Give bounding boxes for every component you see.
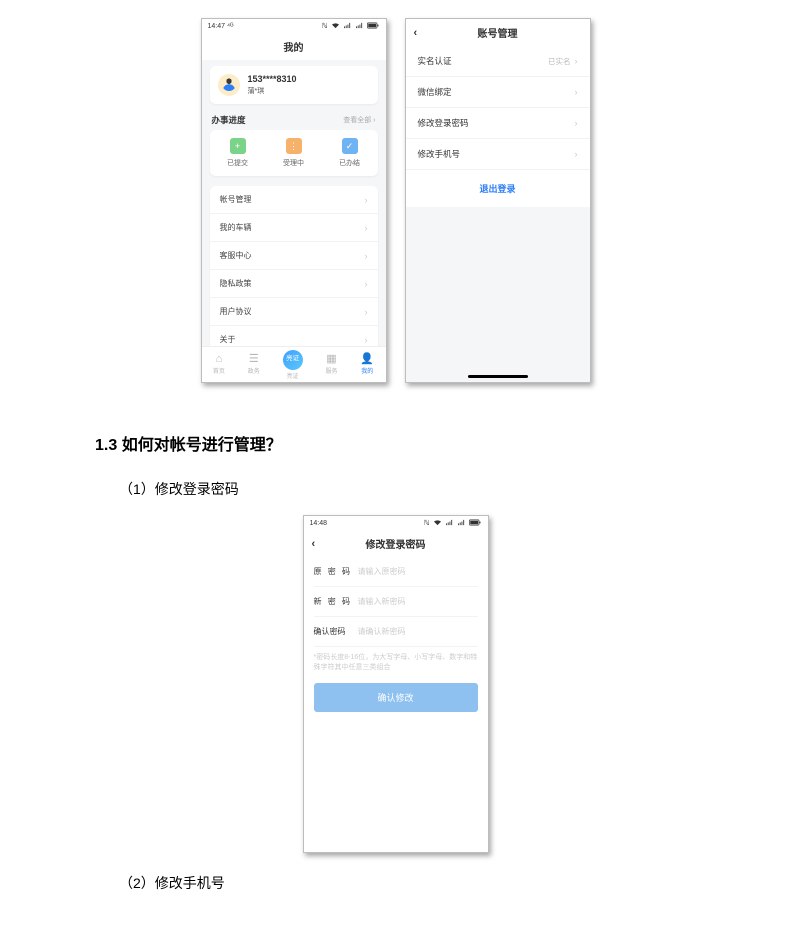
step-2: （2）修改手机号 — [119, 873, 696, 893]
grid-icon: ▦ — [326, 354, 336, 365]
field-confirm-password[interactable]: 确认密码 请确认新密码 — [314, 617, 478, 647]
gov-icon: ☰ — [249, 354, 259, 365]
list-icon: ⋮ — [286, 138, 302, 154]
status-bar: 14:47 ⁴ᴳ ℕ — [202, 19, 386, 33]
user-phone: 153****8310 — [248, 74, 297, 84]
phone-change-password: 14:48 ℕ ‹ 修改登录密码 原 密 码 请输入原密码 新 密 码 请输入新… — [303, 515, 489, 853]
tile-label: 受理中 — [283, 158, 304, 168]
row-phone[interactable]: 修改手机号 › — [406, 139, 590, 170]
page-title: 账号管理 — [414, 25, 582, 40]
status-time: 14:48 — [310, 520, 328, 527]
progress-title: 办事进度 — [212, 114, 246, 126]
tile-done[interactable]: ✓ 已办结 — [322, 138, 378, 168]
field-new-password[interactable]: 新 密 码 请输入新密码 — [314, 587, 478, 617]
signal-icon-2 — [355, 22, 364, 31]
chevron-right-icon: › — [575, 118, 578, 128]
chevron-right-icon: › — [365, 307, 368, 317]
status-text: 已实名 — [548, 57, 571, 66]
confirm-button[interactable]: 确认修改 — [314, 683, 478, 712]
signal-icon-2 — [457, 519, 466, 528]
chevron-right-icon: › — [575, 56, 578, 66]
menu-agreement[interactable]: 用户协议› — [210, 298, 378, 326]
page-header: ‹ 账号管理 — [406, 19, 590, 46]
field-label: 原 密 码 — [314, 566, 358, 577]
form-body: 原 密 码 请输入原密码 新 密 码 请输入新密码 确认密码 请确认新密码 *密… — [304, 557, 488, 852]
page-title: 我的 — [202, 33, 386, 60]
nfc-icon: ℕ — [322, 22, 328, 30]
chevron-right-icon: › — [575, 87, 578, 97]
status-icons: ℕ — [424, 519, 482, 528]
menu-about[interactable]: 关于› — [210, 326, 378, 346]
page-title: 修改登录密码 — [312, 536, 480, 551]
row-wechat[interactable]: 微信绑定 › — [406, 77, 590, 108]
field-placeholder: 请确认新密码 — [358, 626, 406, 637]
check-icon: ✓ — [342, 138, 358, 154]
status-time: 14:47 ⁴ᴳ — [208, 23, 234, 30]
menu-list: 帐号管理› 我的车辆› 客服中心› 隐私政策› 用户协议› 关于› — [210, 186, 378, 346]
logout-button[interactable]: 退出登录 — [406, 170, 590, 207]
tab-service[interactable]: ▦服务 — [325, 354, 337, 375]
field-label: 确认密码 — [314, 626, 358, 637]
chevron-right-icon: › — [365, 335, 368, 345]
status-bar: 14:48 ℕ — [304, 516, 488, 530]
chevron-right-icon: › — [365, 279, 368, 289]
tab-home[interactable]: ⌂首页 — [213, 354, 225, 375]
user-card[interactable]: 153****8310 蒲*琪 — [210, 66, 378, 104]
menu-vehicle[interactable]: 我的车辆› — [210, 214, 378, 242]
tab-gov[interactable]: ☰政务 — [248, 354, 260, 375]
field-placeholder: 请输入新密码 — [358, 596, 406, 607]
signal-icon — [343, 22, 352, 31]
progress-tiles: + 已提交 ⋮ 受理中 ✓ 已办结 — [210, 130, 378, 176]
tile-label: 已办结 — [339, 158, 360, 168]
person-icon: 👤 — [360, 354, 374, 365]
row-password[interactable]: 修改登录密码 › — [406, 108, 590, 139]
progress-more[interactable]: 查看全部 › — [343, 115, 375, 125]
chevron-right-icon: › — [365, 195, 368, 205]
wifi-icon — [433, 519, 442, 528]
page-header: ‹ 修改登录密码 — [304, 530, 488, 557]
menu-account[interactable]: 帐号管理› — [210, 186, 378, 214]
step-1: （1）修改登录密码 — [119, 479, 696, 499]
status-icons: ℕ — [322, 22, 380, 31]
chevron-right-icon: › — [365, 251, 368, 261]
tile-processing[interactable]: ⋮ 受理中 — [266, 138, 322, 168]
battery-icon — [367, 22, 380, 31]
phone-account-mgmt: ‹ 账号管理 实名认证 已实名› 微信绑定 › 修改登录密码 › 修改手机号 — [405, 18, 591, 383]
license-icon: 亮证 — [283, 350, 303, 370]
avatar-icon — [218, 74, 240, 96]
wifi-icon — [331, 22, 340, 31]
field-label: 新 密 码 — [314, 596, 358, 607]
tab-mine[interactable]: 👤我的 — [360, 354, 374, 375]
battery-icon — [469, 519, 482, 528]
tile-submitted[interactable]: + 已提交 — [210, 138, 266, 168]
empty-area — [406, 207, 590, 375]
nfc-icon: ℕ — [424, 519, 430, 527]
menu-privacy[interactable]: 隐私政策› — [210, 270, 378, 298]
progress-header: 办事进度 查看全部 › — [212, 114, 376, 126]
chevron-right-icon: › — [365, 223, 368, 233]
row-realname[interactable]: 实名认证 已实名› — [406, 46, 590, 77]
home-icon: ⌂ — [216, 354, 223, 365]
tab-license[interactable]: 亮证亮证 — [283, 350, 303, 380]
field-placeholder: 请输入原密码 — [358, 566, 406, 577]
user-name: 蒲*琪 — [248, 86, 297, 96]
phone-profile: 14:47 ⁴ᴳ ℕ 我的 — [201, 18, 387, 383]
tile-label: 已提交 — [227, 158, 248, 168]
settings-list: 实名认证 已实名› 微信绑定 › 修改登录密码 › 修改手机号 › — [406, 46, 590, 170]
signal-icon — [445, 519, 454, 528]
field-old-password[interactable]: 原 密 码 请输入原密码 — [314, 557, 478, 587]
home-indicator — [468, 375, 528, 378]
password-hint: *密码长度8-16位，为大写字母、小写字母、数字和特殊字符其中任意三类组合 — [314, 653, 478, 673]
heading-1-3: 1.3 如何对帐号进行管理？ — [95, 431, 696, 455]
plus-icon: + — [230, 138, 246, 154]
profile-body: 153****8310 蒲*琪 办事进度 查看全部 › + 已提交 ⋮ 受理中 … — [202, 60, 386, 346]
tab-bar: ⌂首页 ☰政务 亮证亮证 ▦服务 👤我的 — [202, 346, 386, 382]
chevron-right-icon: › — [575, 149, 578, 159]
menu-service[interactable]: 客服中心› — [210, 242, 378, 270]
